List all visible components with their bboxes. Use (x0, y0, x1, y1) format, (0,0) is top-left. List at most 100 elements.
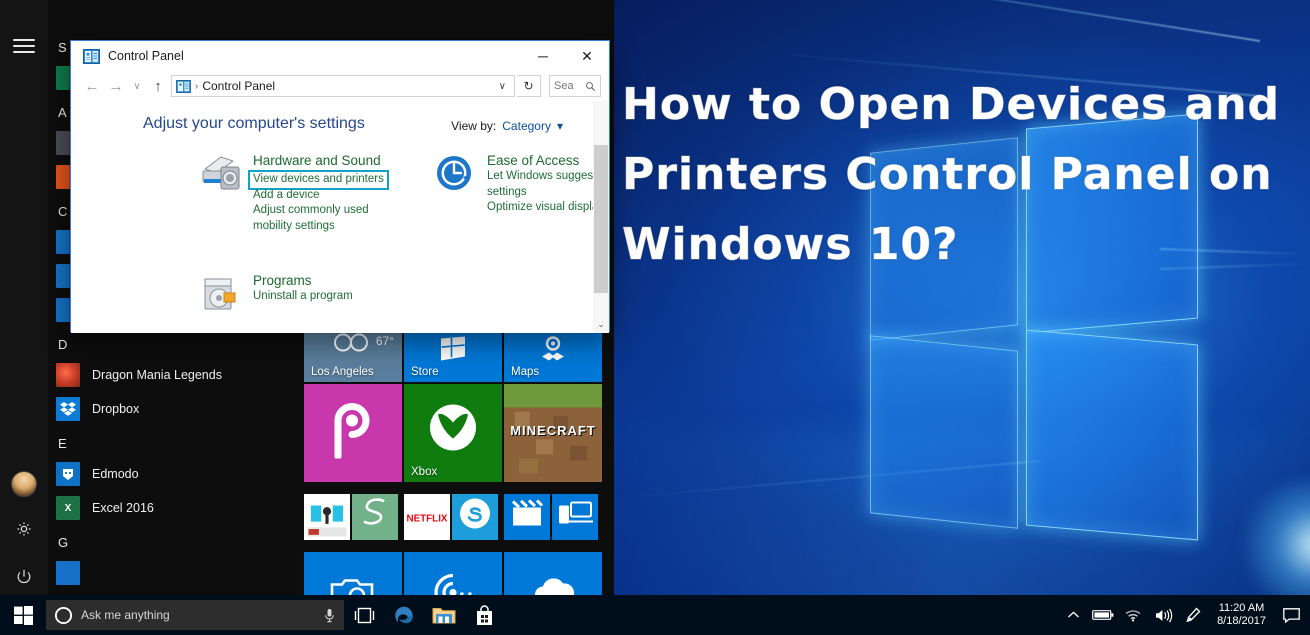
cortana-search-box[interactable]: Ask me anything (46, 600, 344, 630)
view-by-control[interactable]: View by: Category ▾ (451, 119, 563, 133)
category-ease-of-access: Ease of Access Let Windows suggest setti… (433, 153, 609, 216)
tile-label: Xbox (411, 466, 438, 478)
tile-picsart[interactable] (304, 384, 402, 482)
power-icon[interactable] (0, 553, 48, 601)
recent-locations-button[interactable]: ∨ (129, 75, 145, 97)
show-hidden-icons-icon[interactable] (1059, 595, 1087, 635)
printer-icon (199, 153, 243, 193)
battery-glyph (1092, 610, 1114, 620)
forward-button[interactable]: → (105, 75, 127, 97)
category-title[interactable]: Ease of Access (487, 153, 609, 169)
windows-start-glyph (13, 605, 33, 625)
control-panel-icon (83, 48, 100, 64)
back-button[interactable]: ← (81, 75, 103, 97)
address-bar[interactable]: › Control Panel ∨ (171, 75, 515, 97)
chevron-down-icon[interactable]: ▾ (557, 119, 563, 133)
cortana-ring-icon (54, 606, 73, 624)
avatar-image (11, 471, 37, 497)
category-title[interactable]: Programs (253, 273, 353, 289)
programs-icon (199, 273, 243, 313)
category-body: Ease of Access Let Windows suggest setti… (487, 153, 609, 216)
tile-connect[interactable] (552, 494, 598, 540)
file-explorer-icon[interactable] (424, 595, 464, 635)
list-item[interactable]: Edmodo (48, 457, 300, 491)
category-title[interactable]: Hardware and Sound (253, 153, 389, 169)
hamburger-icon[interactable] (0, 22, 48, 70)
up-button[interactable]: ↑ (147, 75, 169, 97)
app-name: Dropbox (92, 402, 140, 416)
refresh-icon[interactable]: ↻ (517, 75, 541, 97)
ease-of-access-glyph (437, 156, 471, 190)
pen-workspace-icon[interactable] (1179, 595, 1207, 635)
link-adjust-mobility-settings[interactable]: Adjust commonly used mobility settings (253, 203, 389, 234)
scrollbar-thumb[interactable] (594, 145, 608, 293)
battery-icon[interactable] (1089, 595, 1117, 635)
education-icon (304, 494, 350, 540)
microphone-icon[interactable] (323, 608, 336, 623)
minecraft-wordmark: MINECRAFT (510, 423, 596, 439)
connect-icon (557, 500, 595, 531)
clock-date: 8/18/2017 (1217, 615, 1266, 627)
logo-pane (1026, 329, 1198, 541)
action-center-icon[interactable] (1276, 595, 1306, 635)
overlay-title-text: How to Open Devices and Printers Control… (622, 79, 1281, 271)
link-let-windows-suggest-settings[interactable]: Let Windows suggest settings (487, 169, 609, 200)
tile-education[interactable] (304, 494, 350, 540)
edge-icon[interactable] (384, 595, 424, 635)
list-item[interactable]: Dropbox (48, 392, 300, 426)
tile-minecraft[interactable]: MINECRAFT (504, 384, 602, 482)
avatar[interactable] (0, 460, 48, 508)
link-optimize-visual-display[interactable]: Optimize visual display (487, 200, 609, 216)
scrollbar[interactable]: ⌄ (593, 101, 609, 333)
link-view-devices-and-printers[interactable]: View devices and printers (248, 170, 389, 190)
list-item[interactable] (48, 556, 300, 590)
tile-sway[interactable] (352, 494, 398, 540)
breadcrumb-separator: › (195, 80, 199, 92)
sway-icon (356, 495, 394, 536)
control-panel-window[interactable]: Control Panel ─ ✕ ← → ∨ ↑ › Control Pane… (70, 40, 610, 333)
link-uninstall-a-program[interactable]: Uninstall a program (253, 289, 353, 305)
chevron-down-icon[interactable]: ∨ (493, 81, 512, 92)
gear-icon[interactable] (0, 505, 48, 553)
wallpaper-light-ray (706, 0, 1261, 42)
list-item[interactable]: X Excel 2016 (48, 491, 300, 525)
task-view-icon[interactable] (344, 595, 384, 635)
close-button[interactable]: ✕ (565, 41, 609, 71)
search-input[interactable]: Sea (549, 75, 601, 97)
app-name: Edmodo (92, 467, 139, 481)
window-title: Control Panel (108, 49, 184, 63)
category-hardware-and-sound: Hardware and Sound View devices and prin… (199, 153, 389, 234)
store-glyph (476, 604, 492, 625)
tile-label: Los Angeles (311, 366, 374, 378)
app-name: Excel 2016 (92, 501, 154, 515)
printer-glyph (202, 156, 240, 190)
minimize-button[interactable]: ─ (521, 41, 565, 71)
wifi-icon[interactable] (1119, 595, 1147, 635)
taskbar-clock[interactable]: 11:20 AM 8/18/2017 (1209, 602, 1274, 628)
app-group-letter: E (58, 436, 67, 451)
app-icon: X (56, 496, 80, 520)
wifi-glyph (1125, 610, 1141, 622)
view-by-value[interactable]: Category (502, 119, 551, 133)
app-icon (56, 363, 80, 387)
control-panel-titlebar[interactable]: Control Panel ─ ✕ (71, 41, 609, 71)
tile-netflix[interactable]: NETFLIX (404, 494, 450, 540)
gear-glyph (17, 522, 31, 536)
tile-skype[interactable] (452, 494, 498, 540)
volume-icon[interactable] (1149, 595, 1177, 635)
svg-text:NETFLIX: NETFLIX (406, 513, 447, 524)
maps-pin-icon (538, 334, 568, 367)
list-item[interactable]: Dragon Mania Legends (48, 358, 300, 392)
start-menu-rail (0, 0, 48, 600)
tile-movies-tv[interactable] (504, 494, 550, 540)
link-add-a-device[interactable]: Add a device (253, 188, 389, 204)
tile-xbox[interactable]: Xbox (404, 384, 502, 482)
windows-start-icon[interactable] (0, 595, 46, 635)
scroll-down-icon[interactable]: ⌄ (593, 316, 609, 333)
store-icon[interactable] (464, 595, 504, 635)
tile-label: Maps (511, 366, 540, 378)
breadcrumb[interactable]: Control Panel (202, 79, 275, 93)
page-title: Adjust your computer's settings (143, 115, 365, 132)
volume-glyph (1155, 608, 1172, 622)
xbox-icon (428, 403, 478, 456)
